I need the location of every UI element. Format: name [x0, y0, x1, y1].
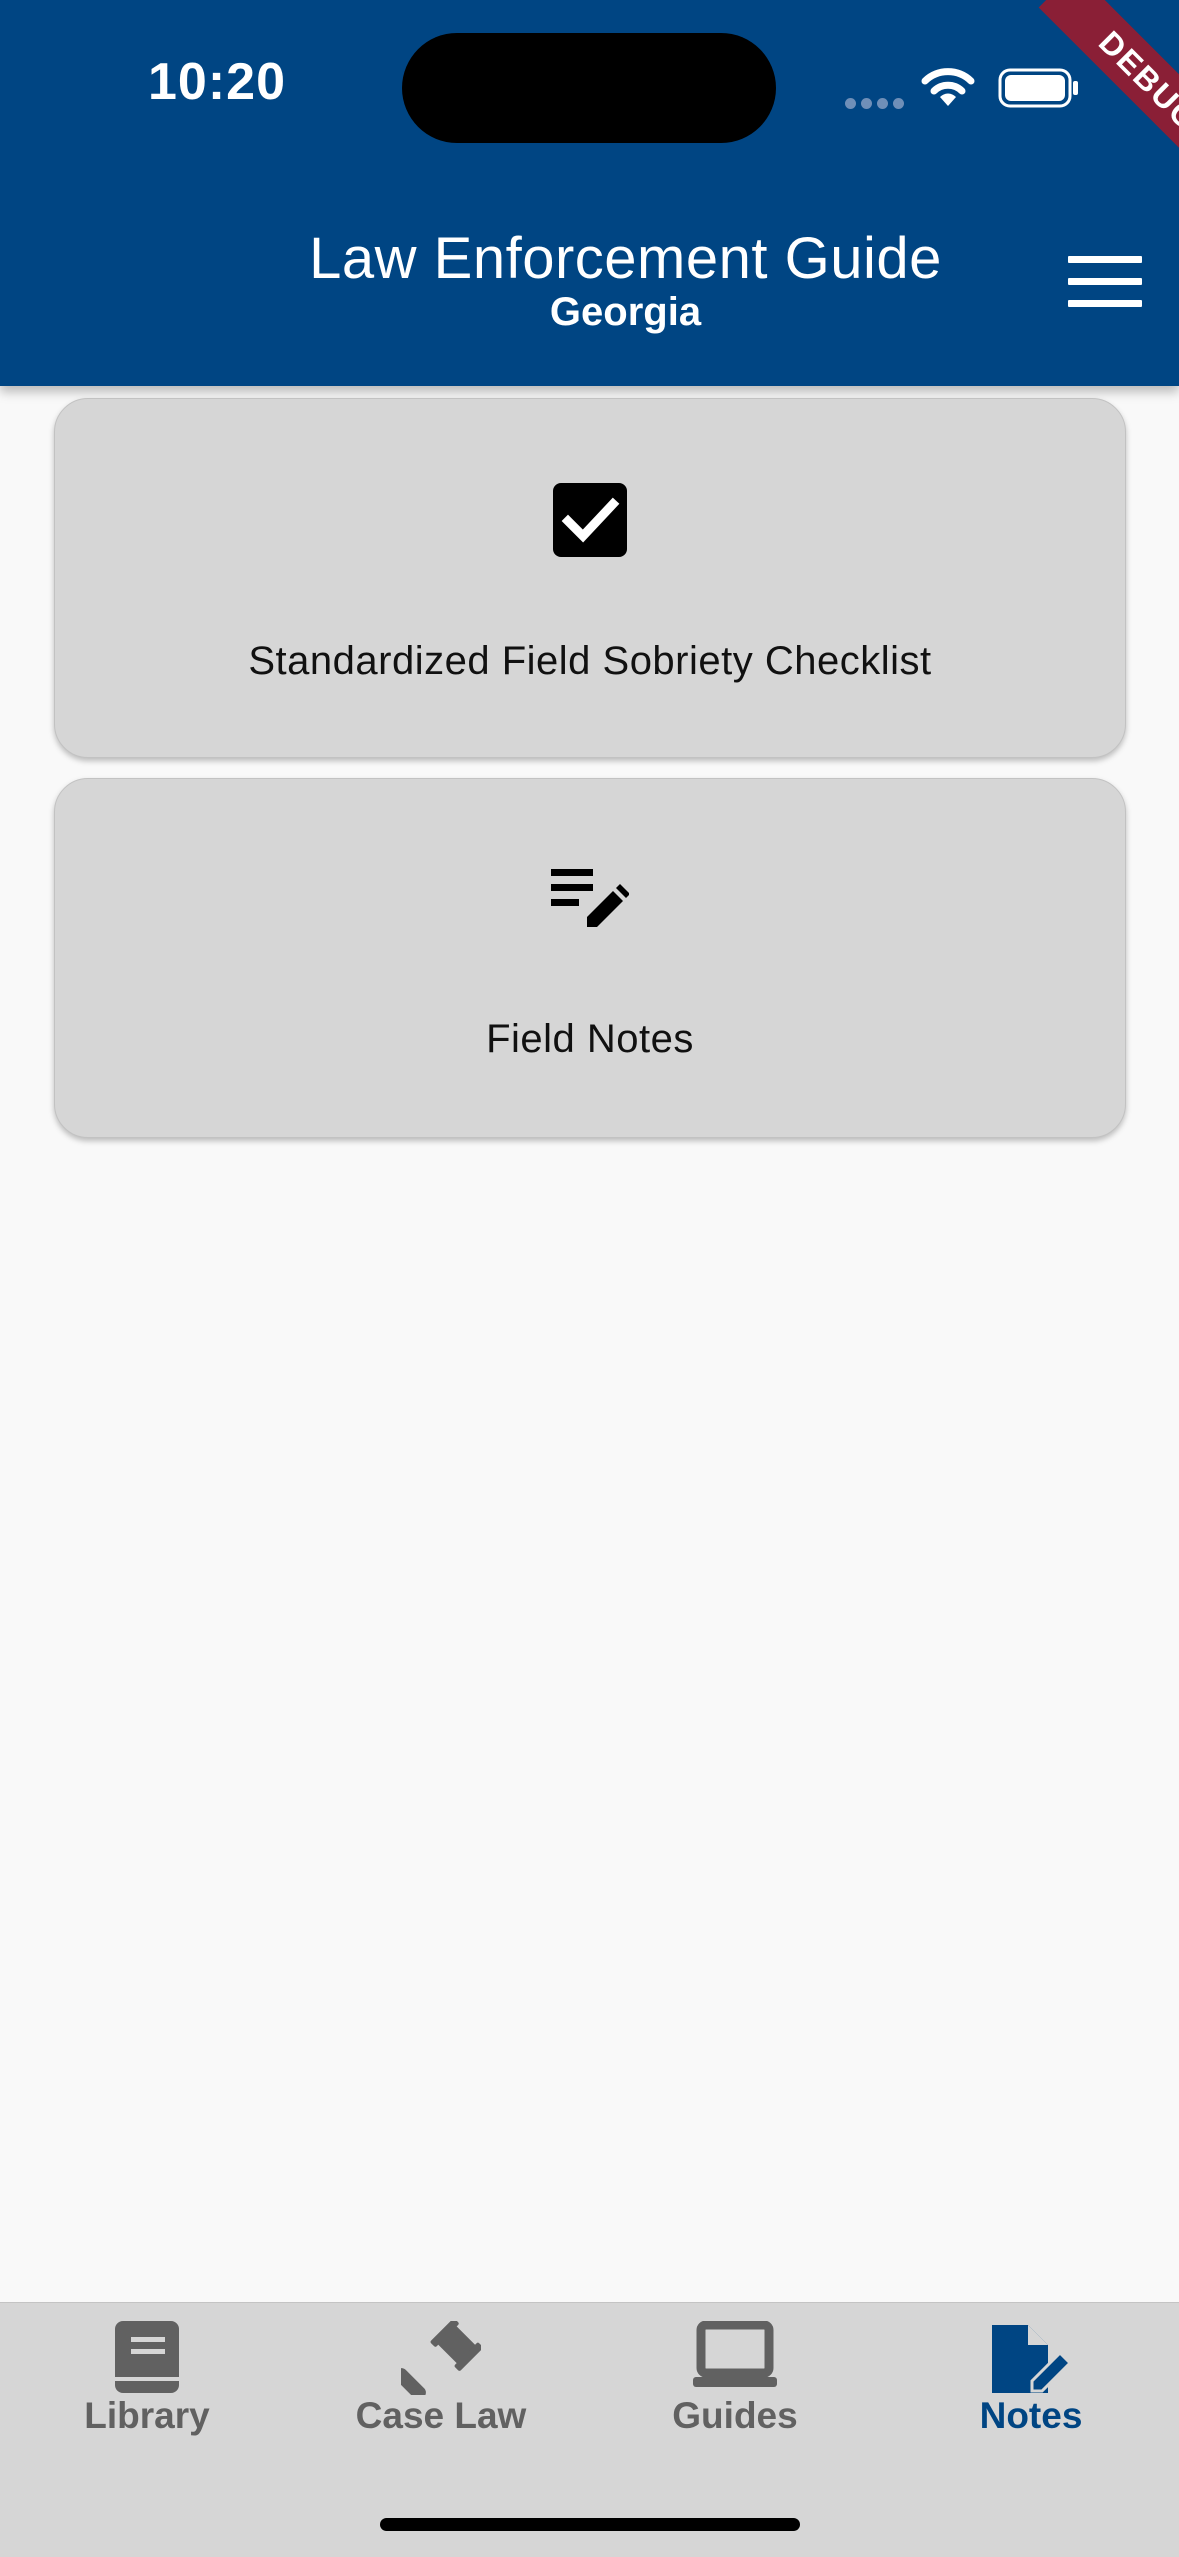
- nav-label: Guides: [672, 2395, 798, 2436]
- book-icon: [0, 2321, 294, 2398]
- page-subtitle: Georgia: [549, 290, 702, 334]
- page-title: Law Enforcement Guide: [309, 226, 942, 291]
- debug-label: DEBUG: [1038, 0, 1179, 192]
- debug-banner: DEBUG: [979, 0, 1179, 200]
- app-bar: 10:20 DEBUG Law Enforcement Guide Georgi…: [0, 0, 1179, 386]
- nav-guides[interactable]: Guides: [588, 2303, 882, 2453]
- wifi-icon: [920, 66, 976, 113]
- nav-library[interactable]: Library: [0, 2303, 294, 2453]
- card-field-notes[interactable]: Field Notes: [54, 778, 1126, 1138]
- nav-case-law[interactable]: Case Law: [294, 2303, 588, 2453]
- laptop-icon: [588, 2320, 882, 2396]
- gavel-icon: [294, 2318, 588, 2400]
- hamburger-icon: [1068, 256, 1142, 263]
- signal-icon: [845, 96, 909, 114]
- card-label: Standardized Field Sobriety Checklist: [248, 639, 932, 683]
- note-edit-icon: [884, 2321, 1178, 2402]
- card-sobriety-checklist[interactable]: Standardized Field Sobriety Checklist: [54, 398, 1126, 758]
- nav-notes[interactable]: Notes: [884, 2303, 1178, 2453]
- dynamic-island: [402, 33, 776, 143]
- menu-button[interactable]: [1068, 256, 1142, 308]
- nav-label: Library: [84, 2395, 210, 2436]
- card-label: Field Notes: [486, 1017, 694, 1061]
- edit-note-icon: [55, 869, 1125, 938]
- home-indicator: [380, 2518, 800, 2531]
- nav-label: Notes: [979, 2395, 1083, 2436]
- nav-label: Case Law: [355, 2395, 527, 2436]
- checkbox-checked-icon: [55, 483, 1125, 562]
- status-time: 10:20: [148, 53, 286, 111]
